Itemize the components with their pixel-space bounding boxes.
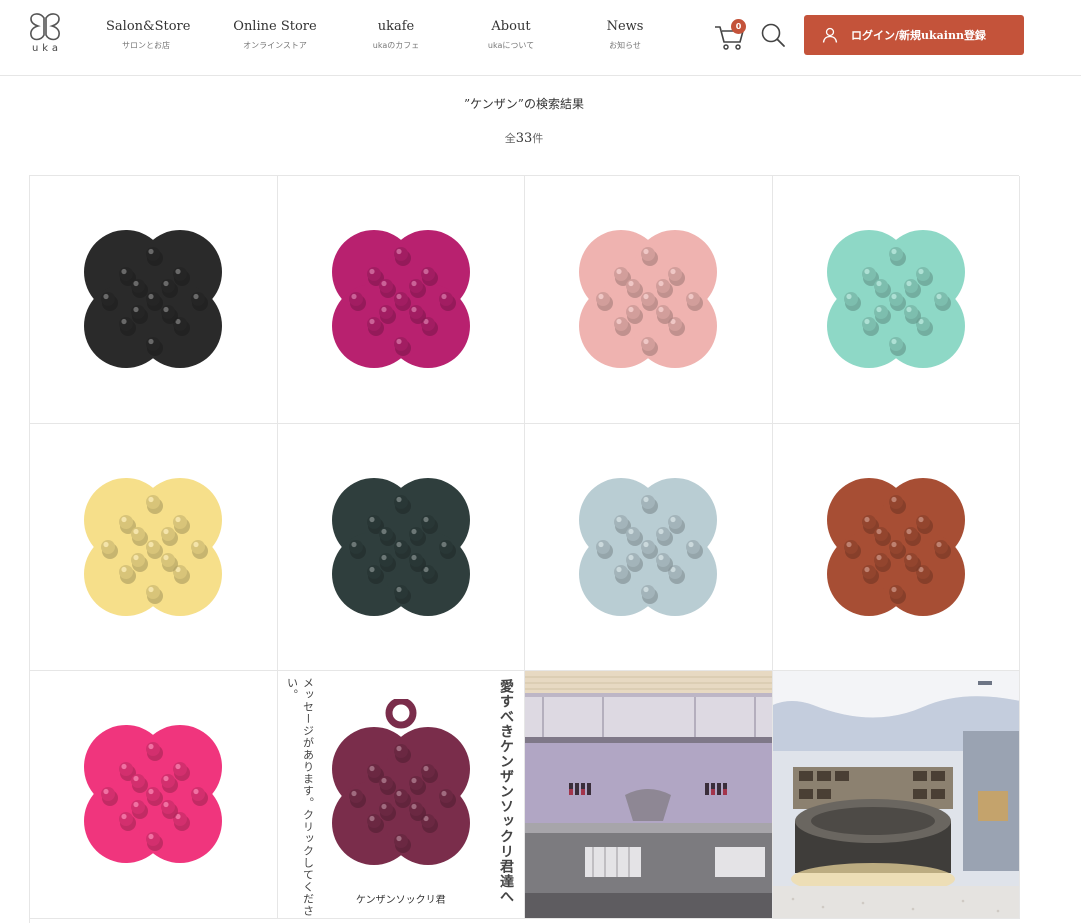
search-button[interactable] — [760, 22, 786, 48]
nav-label: About — [491, 19, 531, 34]
count-suffix: 件 — [532, 132, 544, 145]
nav-sublabel: オンラインストア — [243, 41, 307, 50]
nav-online-store[interactable]: Online Store オンラインストア — [232, 18, 318, 53]
product-grid: 愛すべきケンザンソックリ君達へ メッセージがあります。クリックしてください。 ケ… — [29, 175, 1020, 923]
product-card[interactable] — [772, 423, 1020, 671]
kenzan-brush-image — [331, 477, 470, 616]
product-card[interactable] — [277, 176, 525, 424]
site-header: uka Salon&Store サロンとお店 Online Store オンライ… — [0, 0, 1081, 76]
nav-sublabel: ukaについて — [487, 41, 535, 50]
nav-news[interactable]: News お知らせ — [600, 18, 650, 53]
search-icon — [761, 23, 785, 47]
search-results-count: 全33件 — [0, 130, 1048, 146]
kenzan-brush-image — [826, 230, 965, 369]
kenzan-brush-image — [84, 725, 223, 864]
kenzan-brush-image — [84, 477, 223, 616]
promo-vertical-headline: 愛すべきケンザンソックリ君達へ — [498, 679, 514, 904]
salon-interior-photo[interactable] — [525, 671, 773, 919]
nav-label: News — [606, 19, 644, 34]
count-prefix: 全 — [504, 132, 516, 145]
kenzan-brush-image — [84, 230, 223, 369]
cart-button[interactable]: 0 — [714, 19, 746, 51]
nav-ukafe[interactable]: ukafe ukaのカフェ — [366, 18, 426, 53]
nav-label: ukafe — [377, 19, 415, 34]
promo-card[interactable]: 愛すべきケンザンソックリ君達へ メッセージがあります。クリックしてください。 ケ… — [277, 671, 525, 919]
kenzan-brush-image — [826, 477, 965, 616]
nav-sublabel: お知らせ — [609, 41, 641, 50]
nav-label: Online Store — [233, 19, 317, 34]
salon-round-counter-image — [772, 671, 1020, 918]
uka-logo-icon — [30, 13, 60, 41]
promo-caption: ケンザンソックリ君 — [355, 894, 446, 906]
product-card[interactable] — [30, 671, 278, 919]
product-card[interactable] — [277, 423, 525, 671]
nav-about[interactable]: About ukaについて — [480, 18, 542, 53]
product-card[interactable] — [30, 176, 278, 424]
promo-vertical-message: メッセージがあります。クリックしてください。 — [285, 677, 315, 917]
logo-text: uka — [31, 43, 63, 54]
count-number: 33 — [515, 131, 533, 146]
user-icon — [822, 27, 838, 43]
nav-salon-store[interactable]: Salon&Store サロンとお店 — [106, 18, 191, 53]
nav-label: Salon&Store — [106, 19, 191, 34]
uka-logo[interactable]: uka — [25, 12, 65, 58]
product-card[interactable] — [772, 176, 1020, 424]
kenzan-brush-image — [579, 230, 718, 369]
nav-sublabel: サロンとお店 — [122, 41, 170, 50]
kenzan-sokkuri-brush-image — [331, 699, 470, 866]
product-card[interactable] — [30, 423, 278, 671]
search-results-title: ”ケンザン”の検索結果 — [464, 97, 584, 111]
nav-sublabel: ukaのカフェ — [372, 41, 420, 50]
salon-counter-image — [525, 671, 772, 918]
product-card[interactable] — [525, 423, 773, 671]
product-card[interactable] — [525, 176, 773, 424]
login-register-button[interactable]: ログイン/新規ukainn登録 — [804, 15, 1024, 55]
salon-store-photo[interactable] — [772, 671, 1020, 919]
cart-count-badge: 0 — [731, 19, 746, 34]
login-register-label: ログイン/新規ukainn登録 — [851, 29, 986, 42]
kenzan-brush-image — [331, 230, 470, 369]
kenzan-brush-image — [579, 477, 718, 616]
